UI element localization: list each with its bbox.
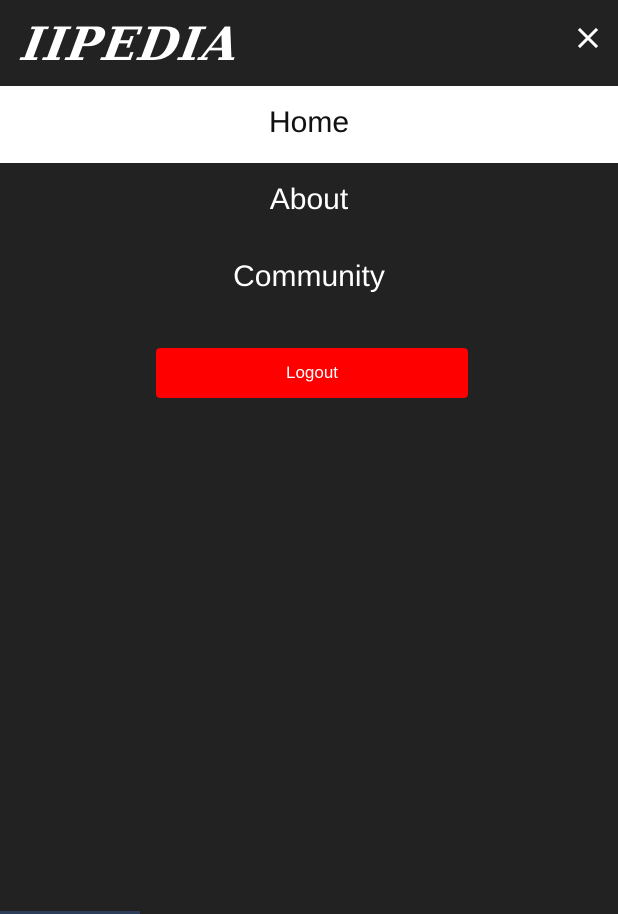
close-icon — [577, 27, 599, 49]
nav-item-about[interactable]: About — [0, 163, 618, 240]
nav-item-home[interactable]: Home — [0, 86, 618, 163]
site-logo[interactable]: IIPEDIA — [18, 14, 245, 74]
close-menu-button[interactable] — [574, 24, 602, 52]
top-bar: IIPEDIA — [0, 0, 618, 86]
main-nav: Home About Community — [0, 86, 618, 317]
logout-button[interactable]: Logout — [156, 348, 468, 398]
nav-item-community[interactable]: Community — [0, 240, 618, 317]
